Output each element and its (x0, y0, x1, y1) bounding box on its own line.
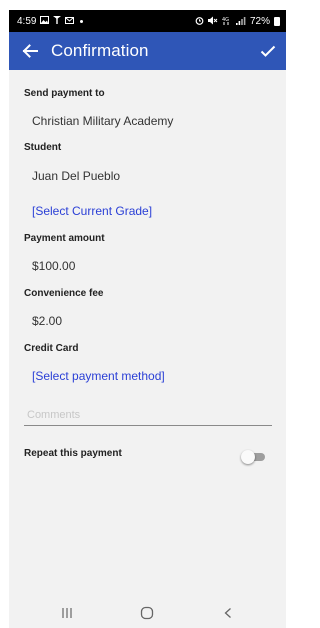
app-bar: Confirmation (9, 32, 286, 70)
credit-card-label: Credit Card (24, 343, 79, 354)
alarm-icon (195, 16, 204, 27)
battery-icon (274, 16, 280, 26)
mute-icon (207, 16, 218, 27)
home-icon (141, 606, 154, 620)
antenna-icon (53, 16, 62, 26)
select-payment-method-link[interactable]: [Select payment method] (32, 369, 165, 383)
status-left: 4:59 (17, 15, 84, 27)
toggle-thumb (241, 450, 255, 464)
send-payment-value: Christian Military Academy (32, 114, 174, 128)
phone-screen: 4:59 4G 72% Confirmation Send payment to… (9, 10, 286, 628)
home-button[interactable] (127, 601, 167, 625)
mail-icon (65, 16, 75, 26)
comments-input[interactable] (24, 406, 272, 426)
status-time: 4:59 (17, 15, 37, 27)
battery-percent: 72% (249, 15, 270, 27)
page-title: Confirmation (51, 41, 149, 60)
status-bar: 4:59 4G 72% (9, 10, 286, 32)
network-icon: 4G (222, 16, 232, 27)
back-nav-button[interactable] (208, 601, 248, 625)
convenience-fee-value: $2.00 (32, 314, 63, 328)
system-nav-bar (9, 598, 286, 628)
arrow-left-icon (22, 44, 38, 58)
recent-apps-button[interactable] (47, 601, 87, 625)
notification-dot (80, 19, 84, 23)
image-icon (40, 16, 50, 26)
back-nav-icon (224, 608, 231, 618)
student-value: Juan Del Pueblo (32, 169, 121, 183)
status-right: 4G 72% (195, 16, 280, 27)
student-label: Student (24, 142, 62, 153)
checkmark-icon (260, 45, 276, 57)
recent-apps-icon (62, 608, 72, 618)
confirm-button[interactable] (256, 39, 280, 63)
select-grade-link[interactable]: [Select Current Grade] (32, 204, 152, 218)
convenience-fee-label: Convenience fee (24, 288, 104, 299)
repeat-payment-toggle[interactable] (241, 450, 267, 464)
repeat-payment-label: Repeat this payment (24, 448, 122, 459)
signal-icon (235, 16, 246, 27)
payment-amount-value: $100.00 (32, 259, 76, 273)
payment-amount-label: Payment amount (24, 233, 105, 244)
back-button[interactable] (19, 40, 41, 62)
send-payment-label: Send payment to (24, 88, 105, 99)
